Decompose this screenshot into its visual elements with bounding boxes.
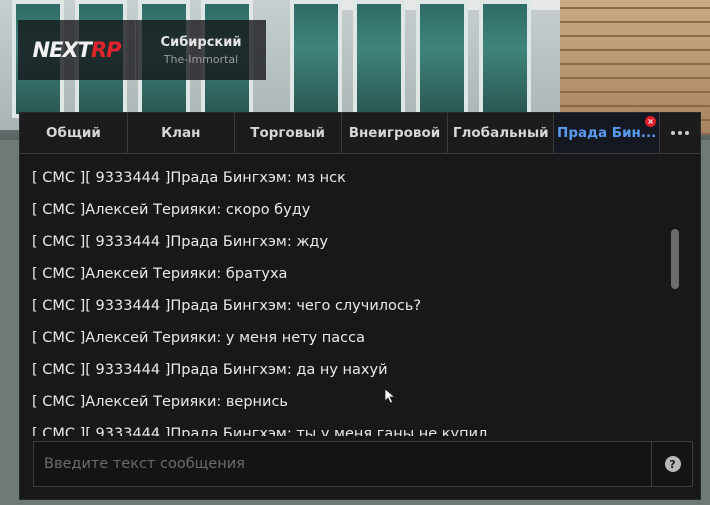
- chat-message: [ СМС ][ 9333444 ]Прада Бингхэм: да ну н…: [32, 362, 388, 378]
- chat-window: Общий Клан Торговый Внеигровой Глобальны…: [19, 112, 701, 500]
- tab-general[interactable]: Общий: [20, 113, 128, 153]
- more-dots-icon: [678, 131, 683, 135]
- tab-clan[interactable]: Клан: [128, 113, 235, 153]
- tab-label: Клан: [161, 125, 201, 141]
- help-button[interactable]: ?: [651, 442, 693, 486]
- tab-offgame[interactable]: Внеигровой: [342, 113, 449, 153]
- logo-text: NEXTRP: [32, 38, 122, 62]
- scrollbar-thumb[interactable]: [671, 229, 679, 289]
- tab-trade[interactable]: Торговый: [235, 113, 342, 153]
- server-info: Сибирский The-Immortal: [136, 20, 266, 80]
- tab-private-chat[interactable]: Прада Бин... ×: [554, 113, 661, 153]
- chat-message: [ СМС ][ 9333444 ]Прада Бингхэм: чего сл…: [32, 298, 422, 314]
- tab-label: Торговый: [250, 125, 325, 141]
- close-icon[interactable]: ×: [645, 116, 657, 127]
- chat-message: [ СМС ]Алексей Терияки: братуха: [32, 266, 288, 282]
- more-tabs-button[interactable]: [660, 113, 700, 153]
- building-window: [353, 0, 405, 118]
- message-input[interactable]: [34, 442, 650, 486]
- building-window: [290, 0, 342, 118]
- more-dots-icon: [685, 131, 690, 135]
- help-icon: ?: [664, 456, 681, 472]
- message-list: [ СМС ][ 9333444 ]Прада Бингхэм: мз нск …: [20, 154, 680, 436]
- tab-global[interactable]: Глобальный: [448, 113, 555, 153]
- building-window: [416, 0, 468, 118]
- server-subtitle: The-Immortal: [163, 52, 239, 66]
- tab-label: Внеигровой: [348, 125, 441, 141]
- chat-message: [ СМС ]Алексей Терияки: вернись: [32, 394, 288, 410]
- chat-message: [ СМС ][ 9333444 ]Прада Бингхэм: мз нск: [32, 170, 346, 186]
- tab-label: Прада Бин...: [557, 125, 657, 141]
- building-window: [479, 0, 531, 118]
- chat-message: [ СМС ]Алексей Терияки: скоро буду: [32, 202, 311, 218]
- server-header: NEXTRP Сибирский The-Immortal: [18, 20, 266, 80]
- logo: NEXTRP: [18, 20, 136, 80]
- message-input-row: ?: [33, 441, 693, 487]
- more-dots-icon: [671, 131, 676, 135]
- mouse-cursor-icon: [384, 388, 396, 404]
- server-name: Сибирский: [160, 34, 242, 50]
- tab-label: Общий: [46, 125, 101, 141]
- tab-label: Глобальный: [452, 125, 549, 141]
- chat-message: [ СМС ][ 9333444 ]Прада Бингхэм: жду: [32, 234, 329, 250]
- chat-message: [ СМС ][ 9333444 ]Прада Бингхэм: ты у ме…: [32, 426, 488, 436]
- chat-tabs: Общий Клан Торговый Внеигровой Глобальны…: [20, 113, 700, 154]
- chat-message: [ СМС ]Алексей Терияки: у меня нету пасс…: [32, 330, 365, 346]
